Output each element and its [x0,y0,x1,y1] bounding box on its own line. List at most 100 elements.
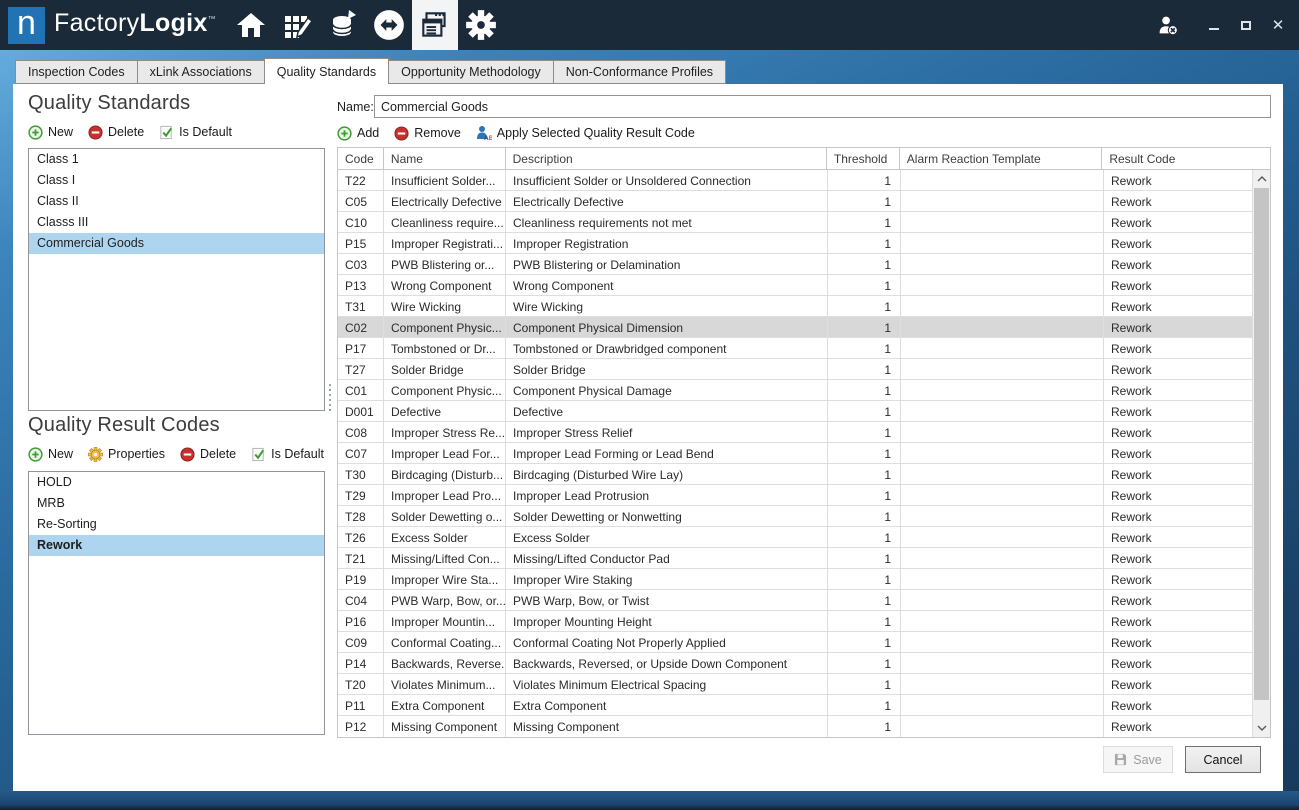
tab-non-conformance-profiles[interactable]: Non-Conformance Profiles [553,60,726,84]
table-row[interactable]: D001DefectiveDefective1Rework [338,401,1270,422]
name-input[interactable] [374,95,1271,118]
quality-standards-title: Quality Standards [28,92,190,115]
table-row[interactable]: P15Improper Registrati...Improper Regist… [338,233,1270,254]
cell-description: Conformal Coating Not Properly Applied [506,632,828,652]
scrollbar-thumb[interactable] [1254,188,1269,700]
panel-splitter[interactable] [327,384,332,474]
column-header-result[interactable]: Result Code [1102,148,1252,169]
tab-quality-standards[interactable]: Quality Standards [264,58,389,84]
tab-inspection-codes[interactable]: Inspection Codes [15,60,138,84]
cell-result-code: Rework [1104,443,1254,463]
result-codes-properties-button[interactable]: Properties [88,447,165,462]
transfer-icon[interactable] [366,0,412,50]
table-row[interactable]: P11Extra ComponentExtra Component1Rework [338,695,1270,716]
table-row[interactable]: C04PWB Warp, Bow, or...PWB Warp, Bow, or… [338,590,1270,611]
save-button[interactable]: Save [1103,746,1173,773]
table-row[interactable]: P19Improper Wire Sta...Improper Wire Sta… [338,569,1270,590]
remove-row-button[interactable]: Remove [394,126,461,141]
table-row[interactable]: T26Excess SolderExcess Solder1Rework [338,527,1270,548]
cancel-button[interactable]: Cancel [1185,746,1261,773]
table-row[interactable]: C03PWB Blistering or...PWB Blistering or… [338,254,1270,275]
cell-result-code: Rework [1104,548,1254,568]
cell-code: P12 [338,716,384,737]
standards-new-button[interactable]: New [28,125,73,140]
design-icon[interactable] [274,0,320,50]
table-row[interactable]: P17Tombstoned or Dr...Tombstoned or Draw… [338,338,1270,359]
materials-icon[interactable] [320,0,366,50]
cell-threshold: 1 [828,485,901,505]
table-row[interactable]: C10Cleanliness require...Cleanliness req… [338,212,1270,233]
table-row[interactable]: C02Component Physic...Component Physical… [338,317,1270,338]
table-row[interactable]: P12Missing ComponentMissing Component1Re… [338,716,1270,737]
cell-alarm-reaction-template [901,695,1104,715]
list-item[interactable]: MRB [29,493,324,514]
table-row[interactable]: C09Conformal Coating...Conformal Coating… [338,632,1270,653]
column-header-code[interactable]: Code [338,148,384,169]
table-row[interactable]: P13Wrong ComponentWrong Component1Rework [338,275,1270,296]
minimize-button[interactable] [1203,14,1225,36]
table-row[interactable]: T28Solder Dewetting o...Solder Dewetting… [338,506,1270,527]
add-row-button[interactable]: Add [337,126,379,141]
column-header-name[interactable]: Name [384,148,506,169]
table-row[interactable]: P16Improper Mountin...Improper Mounting … [338,611,1270,632]
column-header-description[interactable]: Description [506,148,827,169]
table-row[interactable]: T22Insufficient Solder...Insufficient So… [338,170,1270,191]
table-row[interactable]: T29Improper Lead Pro...Improper Lead Pro… [338,485,1270,506]
tab-opportunity-methodology[interactable]: Opportunity Methodology [388,60,554,84]
logo-letter: n [17,8,36,38]
table-row[interactable]: C05Electrically DefectiveElectrically De… [338,191,1270,212]
cell-code: C04 [338,590,384,610]
scroll-up-button[interactable] [1253,170,1270,188]
cell-code: P16 [338,611,384,631]
list-item[interactable]: Class II [29,191,324,212]
cell-description: Backwards, Reversed, or Upside Down Comp… [506,653,828,673]
cell-alarm-reaction-template [901,254,1104,274]
logout-user-icon[interactable] [1157,14,1179,36]
list-item[interactable]: HOLD [29,472,324,493]
plus-circle-icon [28,125,43,140]
result-codes-new-button[interactable]: New [28,447,73,462]
maximize-button[interactable] [1235,14,1257,36]
documents-icon[interactable] [412,0,458,50]
cell-name: Wrong Component [384,275,506,295]
result-codes-is-default-button[interactable]: Is Default [251,447,324,462]
cell-description: Defective [506,401,828,421]
table-row[interactable]: P14Backwards, Reverse...Backwards, Rever… [338,653,1270,674]
list-item[interactable]: Rework [29,535,324,556]
apply-result-code-button[interactable]: AB Apply Selected Quality Result Code [476,125,695,141]
table-row[interactable]: C07Improper Lead For...Improper Lead For… [338,443,1270,464]
cell-threshold: 1 [828,653,901,673]
vertical-scrollbar[interactable] [1252,170,1270,737]
cell-threshold: 1 [828,254,901,274]
plus-circle-icon [337,126,352,141]
standards-is-default-button[interactable]: Is Default [159,125,232,140]
scroll-down-button[interactable] [1253,719,1270,737]
table-row[interactable]: C08Improper Stress Re...Improper Stress … [338,422,1270,443]
list-item[interactable]: Commercial Goods [29,233,324,254]
column-header-alarm[interactable]: Alarm Reaction Template [900,148,1103,169]
cell-alarm-reaction-template [901,653,1104,673]
list-item[interactable]: Class 1 [29,149,324,170]
cell-name: Solder Bridge [384,359,506,379]
standards-delete-button[interactable]: Delete [88,125,144,140]
cell-code: C09 [338,632,384,652]
column-header-threshold[interactable]: Threshold [827,148,900,169]
result-codes-delete-button[interactable]: Delete [180,447,236,462]
home-icon[interactable] [228,0,274,50]
close-button[interactable]: ✕ [1267,14,1289,36]
list-item[interactable]: Class I [29,170,324,191]
table-row[interactable]: T30Birdcaging (Disturb...Birdcaging (Dis… [338,464,1270,485]
list-item[interactable]: Classs III [29,212,324,233]
cell-threshold: 1 [828,191,901,211]
table-row[interactable]: T21Missing/Lifted Con...Missing/Lifted C… [338,548,1270,569]
settings-gear-icon[interactable] [458,0,504,50]
list-item[interactable]: Re-Sorting [29,514,324,535]
table-row[interactable]: T27Solder BridgeSolder Bridge1Rework [338,359,1270,380]
table-row[interactable]: C01Component Physic...Component Physical… [338,380,1270,401]
table-row[interactable]: T20Violates Minimum...Violates Minimum E… [338,674,1270,695]
cell-name: Birdcaging (Disturb... [384,464,506,484]
cell-description: Improper Registration [506,233,828,253]
tab-xlink-associations[interactable]: xLink Associations [137,60,265,84]
table-row[interactable]: T31Wire WickingWire Wicking1Rework [338,296,1270,317]
cell-code: T31 [338,296,384,316]
